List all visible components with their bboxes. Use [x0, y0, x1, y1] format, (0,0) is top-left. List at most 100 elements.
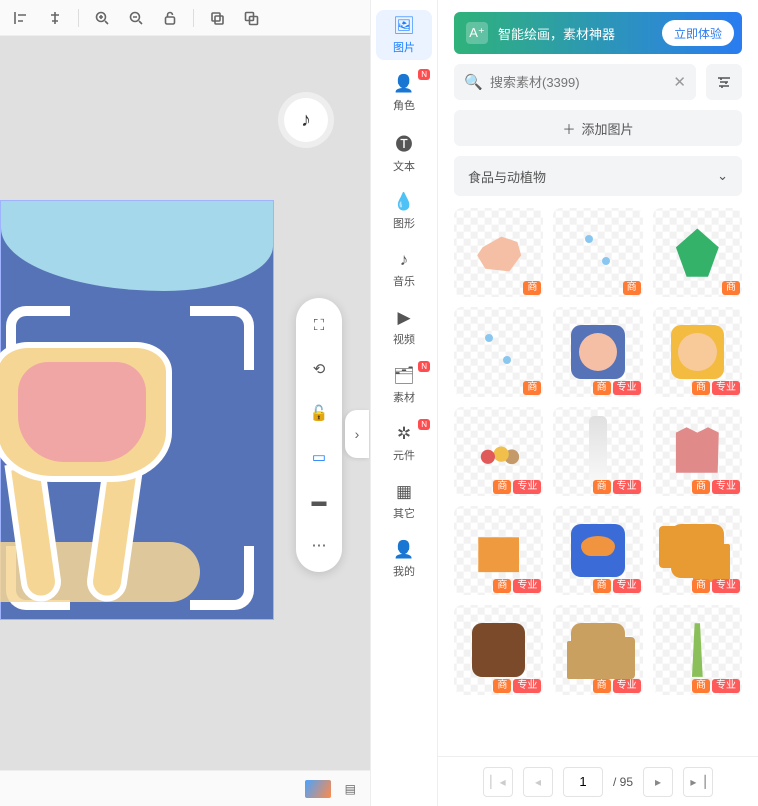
rail-label: 元件: [393, 447, 415, 463]
category-select[interactable]: 食品与动植物 ⌄: [454, 156, 742, 196]
asset-item[interactable]: 商专业: [653, 307, 742, 396]
tag-s: 商: [493, 480, 511, 494]
search-box: 🔍 ✕: [454, 64, 696, 100]
minimap-icon[interactable]: [305, 780, 331, 798]
tag-z: 专业: [712, 679, 740, 693]
tooth-illustration[interactable]: [0, 342, 194, 602]
tag-z: 专业: [613, 679, 641, 693]
asset-item[interactable]: 商: [454, 208, 543, 297]
banner-cta-button[interactable]: 立即体验: [662, 20, 734, 46]
asset-item[interactable]: 商专业: [553, 506, 642, 595]
rail-item-视频[interactable]: ▶视频: [376, 302, 432, 352]
asset-shape: [571, 623, 625, 677]
rail-item-素材[interactable]: 🗂 素材 N: [376, 360, 432, 410]
rail-item-其它[interactable]: ▦ 其它: [376, 476, 432, 526]
asset-item[interactable]: 商专业: [454, 605, 543, 694]
magic-icon: A⁺: [466, 22, 488, 44]
元件-icon: ✲: [397, 424, 411, 444]
music-node-icon[interactable]: ♪: [284, 98, 328, 142]
asset-item[interactable]: 商专业: [653, 506, 742, 595]
我的-icon: 👤: [393, 540, 414, 560]
素材-icon: 🗂: [393, 366, 415, 386]
asset-item[interactable]: 商: [454, 307, 543, 396]
rail-label: 其它: [393, 505, 415, 521]
tag-s: 商: [692, 480, 710, 494]
角色-icon: 👤: [393, 74, 414, 94]
collapse-tab-icon[interactable]: ›: [345, 410, 369, 458]
tag-s: 商: [692, 381, 710, 395]
asset-panel: A⁺ 智能绘画，素材神器 立即体验 🔍 ✕ ＋ 添加图片 食品与动植物 ⌄ 商商…: [438, 0, 758, 806]
rail-label: 角色: [393, 97, 415, 113]
asset-shape: [571, 524, 625, 578]
page-total: / 95: [613, 775, 633, 789]
screen-icon[interactable]: ▭: [304, 442, 334, 472]
paste-icon[interactable]: [238, 5, 264, 31]
clear-icon[interactable]: ✕: [673, 73, 686, 91]
rail-label: 素材: [393, 389, 415, 405]
rail-item-我的[interactable]: 👤 我的: [376, 534, 432, 584]
zoom-in-icon[interactable]: [89, 5, 115, 31]
rail-item-音乐[interactable]: ♪音乐: [376, 244, 432, 294]
asset-item[interactable]: 商专业: [653, 605, 742, 694]
rotate-icon[interactable]: ⟲: [304, 354, 334, 384]
layers-icon[interactable]: ▬: [304, 486, 334, 516]
add-image-button[interactable]: ＋ 添加图片: [454, 110, 742, 146]
rail-label: 文本: [393, 158, 415, 174]
more-icon[interactable]: ⋯: [304, 530, 334, 560]
lock-icon[interactable]: 🔓: [304, 398, 334, 428]
图形-icon: 💧: [393, 192, 414, 212]
category-rail: 🖼图片 👤 角色 N 🅣文本 💧图形 ♪音乐 ▶视频 🗂 素材 N ✲ 元件 N ▦ 其它 👤 我的: [370, 0, 438, 806]
rail-item-图片[interactable]: 🖼图片: [376, 10, 432, 60]
tag-z: 专业: [613, 381, 641, 395]
copy-icon[interactable]: [204, 5, 230, 31]
rail-label: 我的: [393, 563, 415, 579]
fullscreen-icon[interactable]: ⛶: [304, 310, 334, 340]
asset-item[interactable]: 商: [653, 208, 742, 297]
separator: [78, 9, 79, 27]
rail-label: 图片: [393, 39, 415, 55]
search-input[interactable]: [454, 64, 696, 100]
其它-icon: ▦: [396, 482, 412, 502]
align-left-icon[interactable]: [8, 5, 34, 31]
asset-item[interactable]: 商: [553, 208, 642, 297]
zoom-out-icon[interactable]: [123, 5, 149, 31]
water-shape: [1, 201, 273, 291]
rail-item-图形[interactable]: 💧图形: [376, 186, 432, 236]
tag-s: 商: [493, 579, 511, 593]
asset-shape: [571, 325, 625, 379]
asset-shape: [671, 325, 725, 379]
stage[interactable]: ♪ ⛶ ⟲ 🔓 ▭ ▬ ⋯ ›: [0, 36, 370, 770]
page-next-button[interactable]: ▸: [643, 767, 673, 797]
page-input[interactable]: [563, 767, 603, 797]
rail-label: 音乐: [393, 273, 415, 289]
new-badge: N: [418, 361, 430, 372]
asset-item[interactable]: 商专业: [454, 407, 543, 496]
page-prev-button[interactable]: ◂: [523, 767, 553, 797]
tag-s: 商: [493, 679, 511, 693]
rail-label: 视频: [393, 331, 415, 347]
asset-shape: [472, 425, 526, 479]
tag-s: 商: [623, 281, 641, 295]
rail-item-角色[interactable]: 👤 角色 N: [376, 68, 432, 118]
unlock-icon[interactable]: [157, 5, 183, 31]
asset-item[interactable]: 商专业: [553, 407, 642, 496]
page-last-button[interactable]: ▸▕: [683, 767, 713, 797]
asset-item[interactable]: 商专业: [553, 605, 642, 694]
rail-item-元件[interactable]: ✲ 元件 N: [376, 418, 432, 468]
filter-button[interactable]: [706, 64, 742, 100]
grid-icon[interactable]: ▤: [345, 782, 356, 796]
rail-item-文本[interactable]: 🅣文本: [376, 126, 432, 178]
asset-item[interactable]: 商专业: [553, 307, 642, 396]
new-badge: N: [418, 69, 430, 80]
asset-shape: [472, 524, 526, 578]
align-center-icon[interactable]: [42, 5, 68, 31]
page-first-button[interactable]: ▏◂: [483, 767, 513, 797]
asset-item[interactable]: 商专业: [454, 506, 543, 595]
category-selected-label: 食品与动植物: [468, 167, 546, 186]
new-badge: N: [418, 419, 430, 430]
asset-shape: [571, 425, 625, 479]
tag-s: 商: [523, 281, 541, 295]
tag-z: 专业: [513, 480, 541, 494]
separator: [193, 9, 194, 27]
asset-item[interactable]: 商专业: [653, 407, 742, 496]
